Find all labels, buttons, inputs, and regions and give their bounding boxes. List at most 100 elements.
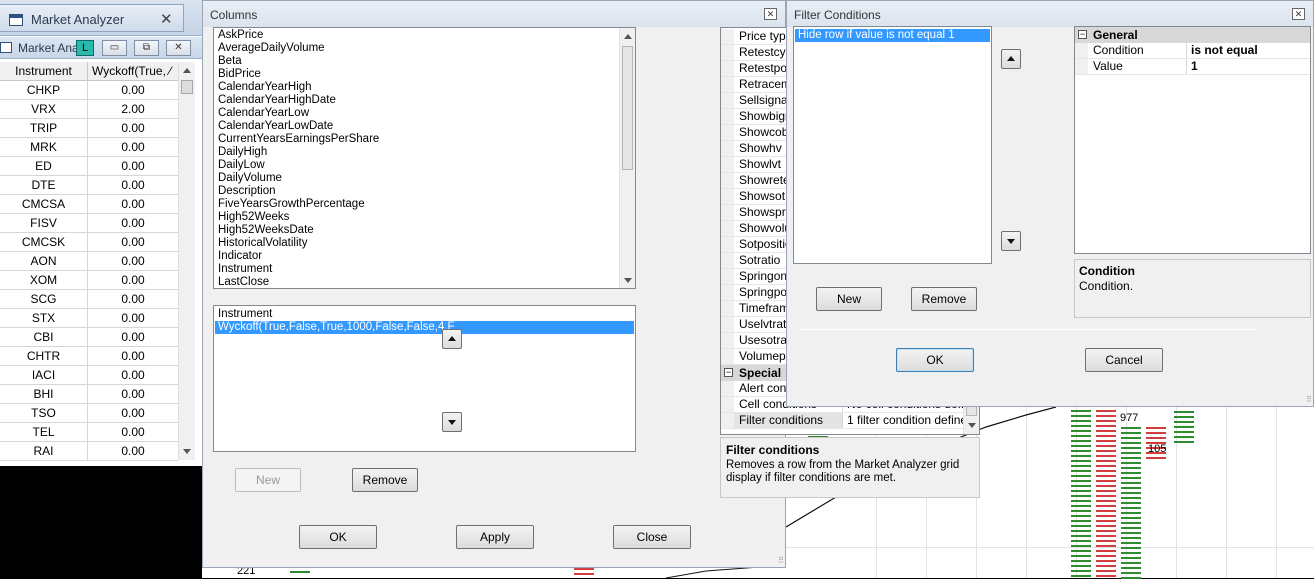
table-row[interactable]: XOM 0.00 bbox=[0, 271, 178, 290]
volume-tick bbox=[1096, 440, 1116, 442]
property-value[interactable]: is not equal bbox=[1188, 43, 1310, 59]
list-item[interactable]: CalendarYearHigh bbox=[215, 81, 379, 94]
table-row[interactable]: DTE 0.00 bbox=[0, 176, 178, 195]
list-item[interactable]: HistoricalVolatility bbox=[215, 237, 379, 250]
collapse-icon[interactable]: − bbox=[724, 368, 733, 377]
table-row[interactable]: TSO 0.00 bbox=[0, 404, 178, 423]
remove-button[interactable]: Remove bbox=[352, 468, 418, 492]
close-icon[interactable]: ✕ bbox=[1292, 8, 1305, 20]
list-item[interactable]: BidPrice bbox=[215, 68, 379, 81]
property-value[interactable]: 1 bbox=[1188, 59, 1310, 75]
volume-tick bbox=[1146, 432, 1166, 434]
table-row[interactable]: TRIP 0.00 bbox=[0, 119, 178, 138]
restore-button[interactable]: ⧉ bbox=[134, 40, 159, 56]
available-columns-list[interactable]: AskPrice AverageDailyVolume Beta BidPrice Ca… bbox=[213, 27, 636, 289]
list-item[interactable]: Instrument bbox=[215, 308, 634, 321]
close-tab-icon[interactable]: ✕ bbox=[160, 10, 173, 28]
wyckoff-cell: 0.00 bbox=[121, 425, 145, 439]
table-row[interactable]: MRK 0.00 bbox=[0, 138, 178, 157]
minimize-button[interactable]: ▭ bbox=[102, 40, 127, 56]
list-item[interactable]: High52Weeks bbox=[215, 211, 379, 224]
list-item[interactable]: Beta bbox=[215, 55, 379, 68]
available-list-scrollbar[interactable] bbox=[619, 28, 635, 288]
property-value[interactable]: 1 filter condition defined bbox=[844, 413, 964, 429]
list-item[interactable]: AverageDailyVolume bbox=[215, 42, 379, 55]
volume-tick bbox=[1096, 540, 1116, 542]
list-item[interactable]: DailyHigh bbox=[215, 146, 379, 159]
conditions-list[interactable]: Hide row if value is not equal 1 bbox=[793, 26, 992, 264]
table-row[interactable]: CMCSK 0.00 bbox=[0, 233, 178, 252]
selected-columns-list[interactable]: Instrument Wyckoff(True,False,True,1000,F… bbox=[213, 305, 636, 452]
volume-tick bbox=[1121, 452, 1141, 454]
property-row[interactable]: Condition is not equal bbox=[1075, 43, 1310, 59]
new-button[interactable]: New bbox=[235, 468, 301, 492]
table-row[interactable]: CMCSA 0.00 bbox=[0, 195, 178, 214]
resize-grip-icon[interactable]: ⠿ bbox=[778, 556, 784, 565]
move-up-button[interactable] bbox=[442, 329, 462, 349]
collapse-icon[interactable]: − bbox=[1078, 30, 1087, 39]
resize-grip-icon[interactable]: ⠿ bbox=[1306, 395, 1312, 404]
table-row[interactable]: VRX 2.00 bbox=[0, 100, 178, 119]
table-row[interactable]: STX 0.00 bbox=[0, 309, 178, 328]
scroll-up-icon[interactable] bbox=[624, 34, 632, 39]
table-row[interactable]: FISV 0.00 bbox=[0, 214, 178, 233]
scroll-up-icon[interactable] bbox=[183, 68, 191, 73]
table-row[interactable]: CHTR 0.00 bbox=[0, 347, 178, 366]
volume-tick bbox=[1174, 421, 1194, 423]
apply-button[interactable]: Apply bbox=[456, 525, 534, 549]
list-item[interactable]: CalendarYearLowDate bbox=[215, 120, 379, 133]
list-item[interactable]: Instrument bbox=[215, 263, 379, 276]
list-item[interactable]: High52WeeksDate bbox=[215, 224, 379, 237]
table-row[interactable]: RAI 0.00 bbox=[0, 442, 178, 461]
list-item[interactable]: Wyckoff(True,False,True,1000,False,False… bbox=[215, 321, 634, 334]
list-item[interactable]: DailyVolume bbox=[215, 172, 379, 185]
table-row[interactable]: BHI 0.00 bbox=[0, 385, 178, 404]
list-item[interactable]: Hide row if value is not equal 1 bbox=[795, 29, 990, 42]
table-row[interactable]: CBI 0.00 bbox=[0, 328, 178, 347]
property-row[interactable]: Value 1 bbox=[1075, 59, 1310, 75]
grid-scrollbar[interactable] bbox=[178, 62, 195, 460]
scrollbar-thumb[interactable] bbox=[622, 46, 633, 170]
table-row[interactable]: TEL 0.00 bbox=[0, 423, 178, 442]
close-icon[interactable]: ✕ bbox=[764, 8, 777, 20]
list-item[interactable]: Description bbox=[215, 185, 379, 198]
filter-dialog-titlebar[interactable]: Filter Conditions ✕ bbox=[787, 1, 1313, 27]
move-down-button[interactable] bbox=[1001, 231, 1021, 251]
condition-properties-grid[interactable]: − General Condition is not equal Value 1 bbox=[1074, 26, 1311, 254]
move-up-button[interactable] bbox=[1001, 49, 1021, 69]
link-button[interactable]: L bbox=[76, 40, 94, 56]
list-item[interactable]: Indicator bbox=[215, 250, 379, 263]
ok-button[interactable]: OK bbox=[299, 525, 377, 549]
arrow-down-icon bbox=[1007, 239, 1015, 244]
property-row[interactable]: Filter conditions 1 filter condition defi… bbox=[721, 413, 964, 429]
move-down-button[interactable] bbox=[442, 412, 462, 432]
scroll-down-icon[interactable] bbox=[183, 449, 191, 454]
close-button[interactable]: ✕ bbox=[166, 40, 191, 56]
columns-dialog-titlebar[interactable]: Columns ✕ bbox=[203, 1, 785, 27]
column-header-instrument[interactable]: Instrument bbox=[0, 62, 88, 81]
scroll-down-icon[interactable] bbox=[968, 423, 976, 428]
list-item[interactable]: FiveYearsGrowthPercentage bbox=[215, 198, 379, 211]
wyckoff-cell: 0.00 bbox=[121, 197, 145, 211]
market-analyzer-tab[interactable]: Market Analyzer ✕ bbox=[0, 4, 184, 32]
close-button[interactable]: Close bbox=[613, 525, 691, 549]
list-item[interactable]: LastClose bbox=[215, 276, 379, 288]
ok-button[interactable]: OK bbox=[896, 348, 974, 372]
remove-button[interactable]: Remove bbox=[911, 287, 977, 311]
list-item[interactable]: CalendarYearHighDate bbox=[215, 94, 379, 107]
table-row[interactable]: ED 0.00 bbox=[0, 157, 178, 176]
list-item[interactable]: DailyLow bbox=[215, 159, 379, 172]
scrollbar-thumb[interactable] bbox=[181, 80, 193, 94]
new-button[interactable]: New bbox=[816, 287, 882, 311]
table-row[interactable]: CHKP 0.00 bbox=[0, 81, 178, 100]
list-item[interactable]: CalendarYearLow bbox=[215, 107, 379, 120]
category-general[interactable]: − General bbox=[1075, 27, 1310, 43]
table-row[interactable]: AON 0.00 bbox=[0, 252, 178, 271]
list-item[interactable]: AskPrice bbox=[215, 29, 379, 42]
column-header-wyckoff[interactable]: Wyckoff(True, ⁄ bbox=[89, 62, 178, 81]
table-row[interactable]: SCG 0.00 bbox=[0, 290, 178, 309]
list-item[interactable]: CurrentYearsEarningsPerShare bbox=[215, 133, 379, 146]
cancel-button[interactable]: Cancel bbox=[1085, 348, 1163, 372]
scroll-down-icon[interactable] bbox=[624, 278, 632, 283]
table-row[interactable]: IACI 0.00 bbox=[0, 366, 178, 385]
